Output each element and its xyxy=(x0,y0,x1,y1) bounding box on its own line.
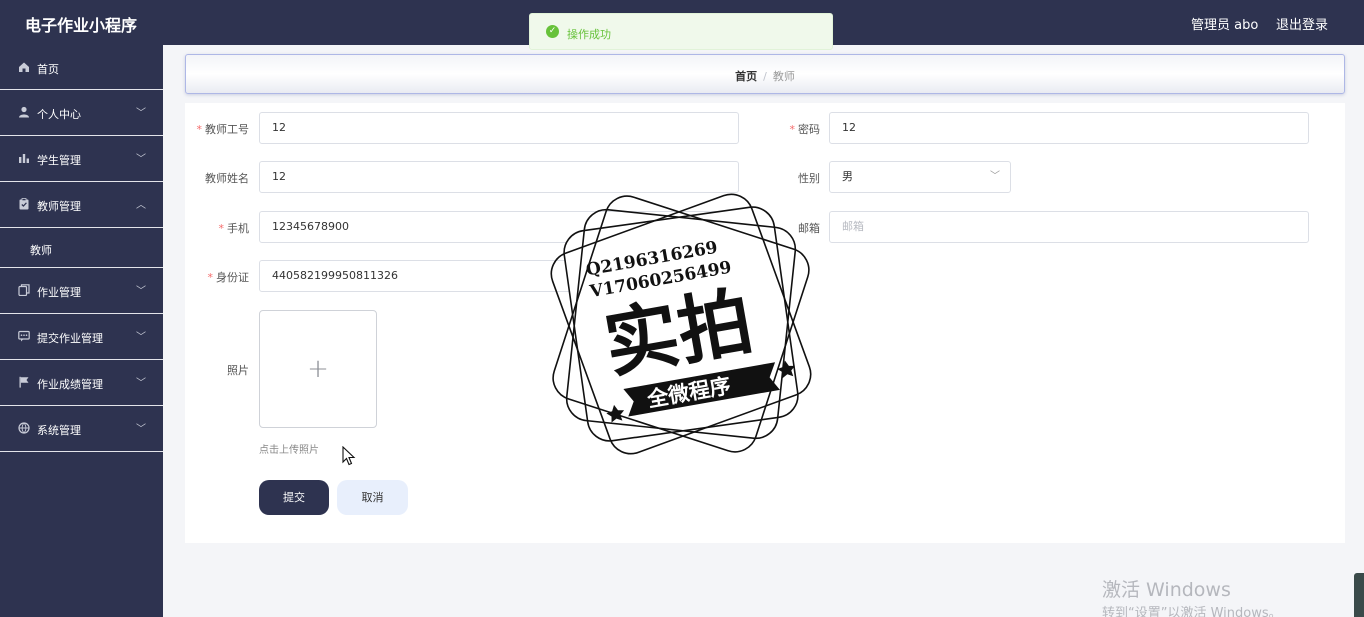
chevron-down-icon: ﹀ xyxy=(136,154,146,165)
sidebar-item-label: 作业管理 xyxy=(37,286,81,299)
sidebar-item-homework-management[interactable]: 作业管理 ﹀ xyxy=(0,268,163,314)
logout-link[interactable]: 退出登录 xyxy=(1276,14,1328,33)
breadcrumb: 首页 / 教师 xyxy=(185,54,1345,94)
chevron-down-icon: ﹀ xyxy=(136,286,146,297)
sidebar-item-label: 个人中心 xyxy=(37,108,81,121)
sidebar-item-label: 系统管理 xyxy=(37,424,81,437)
gender-select[interactable]: 男 ﹀ xyxy=(829,161,1011,193)
sidebar-subitem-teacher[interactable]: 教师 xyxy=(0,228,163,268)
chevron-down-icon: ﹀ xyxy=(136,378,146,389)
home-icon xyxy=(18,61,30,73)
sidebar-item-label: 学生管理 xyxy=(37,154,81,167)
id-card-label: * 身份证 xyxy=(207,271,250,284)
bar-chart-icon xyxy=(18,152,30,164)
teacher-name-label: 教师姓名 xyxy=(205,172,249,185)
password-label: * 密码 xyxy=(789,123,821,136)
copy-icon xyxy=(18,284,30,297)
sidebar-item-student-management[interactable]: 学生管理 ﹀ xyxy=(0,136,163,182)
password-input[interactable]: 12 xyxy=(829,112,1309,144)
user-label: 管理员 abo xyxy=(1191,18,1259,33)
clipboard-icon xyxy=(18,198,30,210)
cancel-button[interactable]: 取消 xyxy=(337,480,408,515)
sidebar-subitem-label: 教师 xyxy=(30,244,52,257)
sidebar-item-system-management[interactable]: 系统管理 ﹀ xyxy=(0,406,163,452)
app-title: 电子作业小程序 xyxy=(25,16,138,35)
chevron-down-icon: ﹀ xyxy=(136,108,146,119)
mouse-cursor-icon xyxy=(342,445,356,466)
chevron-down-icon: ﹀ xyxy=(136,424,146,435)
gender-select-value: 男 xyxy=(842,170,853,183)
email-input[interactable]: 邮箱 xyxy=(829,211,1309,243)
check-circle-icon: ✓ xyxy=(546,25,559,38)
taskbar-edge xyxy=(1354,573,1364,617)
sidebar-item-personal-center[interactable]: 个人中心 ﹀ xyxy=(0,90,163,136)
upload-tip: 点击上传照片 xyxy=(259,445,319,456)
sidebar-item-submission-management[interactable]: 提交作业管理 ﹀ xyxy=(0,314,163,360)
sidebar-item-label: 教师管理 xyxy=(37,200,81,213)
sidebar-item-teacher-management[interactable]: 教师管理 ︿ xyxy=(0,182,163,228)
flag-icon xyxy=(18,376,30,388)
photo-label: 照片 xyxy=(227,364,249,377)
teacher-id-input[interactable]: 12 xyxy=(259,112,739,144)
sidebar-item-home[interactable]: 首页 xyxy=(0,45,163,90)
globe-icon xyxy=(18,422,30,434)
teacher-id-label: * 教师工号 xyxy=(196,123,250,136)
sidebar-item-grade-management[interactable]: 作业成绩管理 ﹀ xyxy=(0,360,163,406)
watermark-stamp: Q2196316269 V17060256499 实拍 全微程序 xyxy=(535,178,827,470)
sidebar-item-label: 提交作业管理 xyxy=(37,332,103,345)
chevron-down-icon: ﹀ xyxy=(136,332,146,343)
windows-activation-title: 激活 Windows xyxy=(1102,579,1231,601)
phone-label: * 手机 xyxy=(218,222,250,235)
chevron-up-icon: ︿ xyxy=(136,200,146,211)
breadcrumb-separator: / xyxy=(763,70,767,83)
breadcrumb-items: 首页 / 教师 xyxy=(186,68,1344,84)
success-toast: ✓ 操作成功 xyxy=(529,13,833,50)
sidebar-item-label: 作业成绩管理 xyxy=(37,378,103,391)
chevron-down-icon: ﹀ xyxy=(990,171,1000,182)
sidebar: 首页 个人中心 ﹀ 学生管理 ﹀ 教师管理 ︿ 教师 作业管理 ﹀ 提交作业管理… xyxy=(0,45,163,617)
sidebar-item-label: 首页 xyxy=(37,63,59,76)
toast-message: 操作成功 xyxy=(567,28,611,41)
user-icon xyxy=(18,106,30,118)
message-icon xyxy=(18,330,30,342)
windows-activation-hint: 转到“设置”以激活 Windows。 xyxy=(1102,606,1282,617)
photo-upload[interactable]: + xyxy=(259,310,377,428)
breadcrumb-home[interactable]: 首页 xyxy=(735,70,757,83)
submit-button[interactable]: 提交 xyxy=(259,480,329,515)
breadcrumb-current: 教师 xyxy=(772,70,795,83)
plus-icon: + xyxy=(307,354,329,384)
